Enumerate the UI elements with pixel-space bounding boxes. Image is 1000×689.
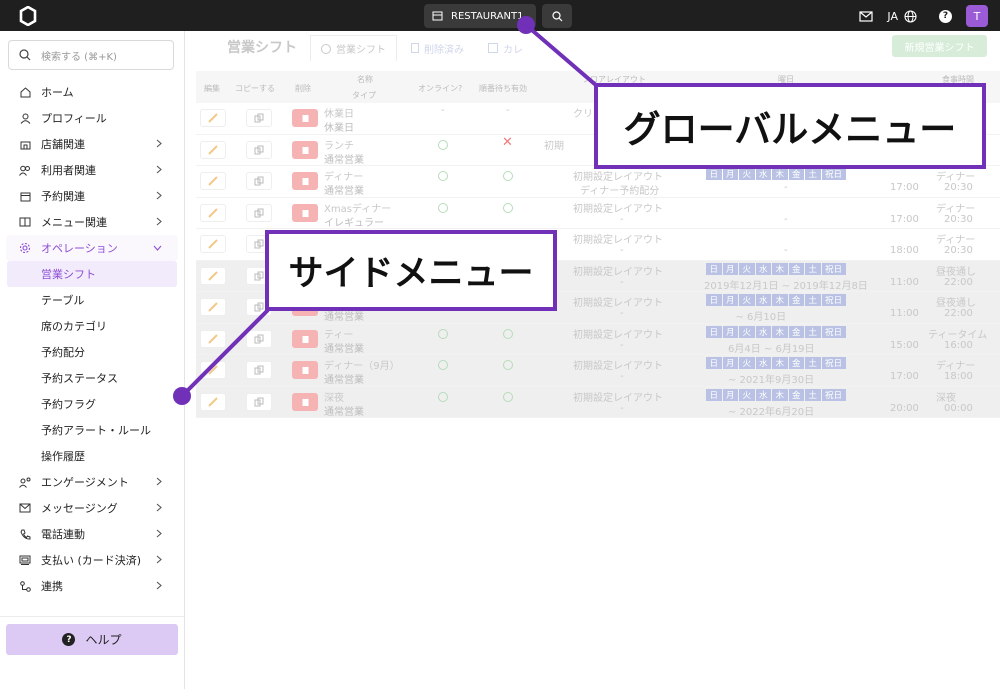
callout-global-menu: グローバルメニュー xyxy=(594,83,986,169)
callout-side-menu: サイドメニュー xyxy=(265,230,557,311)
callout-text: グローバルメニュー xyxy=(623,108,957,151)
callout-dot-side xyxy=(173,387,191,405)
callout-dot-global xyxy=(517,16,535,34)
callout-text: サイドメニュー xyxy=(288,254,534,294)
